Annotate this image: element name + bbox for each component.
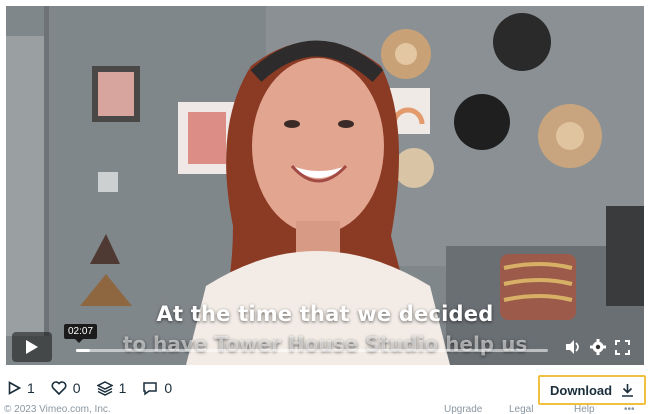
footer-link-legal[interactable]: Legal (509, 404, 533, 414)
comments-stat[interactable]: 0 (142, 380, 172, 396)
likes-count: 0 (72, 380, 81, 396)
footer: © 2023 Vimeo.com, Inc. Upgrade Legal Hel… (4, 404, 644, 414)
footer-link-upgrade[interactable]: Upgrade (444, 404, 482, 414)
layers-icon[interactable] (96, 380, 113, 396)
fullscreen-icon[interactable] (615, 339, 630, 355)
footer-more-icon[interactable]: ••• (624, 404, 635, 414)
collections-count: 1 (118, 380, 127, 396)
download-arrow-icon (622, 384, 633, 397)
time-tooltip: 02:07 (64, 324, 98, 343)
play-icon (26, 340, 38, 354)
likes-stat[interactable]: 0 (51, 380, 81, 396)
download-label: Download (550, 382, 613, 398)
volume-icon[interactable] (565, 339, 581, 355)
play-button[interactable] (12, 332, 52, 362)
play-outline-icon (8, 381, 21, 395)
collections-stat[interactable]: 1 (96, 380, 127, 396)
caption-line-1: At the time that we decided (156, 302, 494, 326)
progress-played (76, 349, 91, 352)
comment-icon[interactable] (142, 381, 158, 396)
download-button[interactable]: Download (538, 375, 646, 405)
comments-count: 0 (164, 380, 173, 396)
footer-copyright: © 2023 Vimeo.com, Inc. (4, 404, 111, 414)
video-stats: 1 0 1 0 (8, 380, 172, 396)
footer-link-help[interactable]: Help (574, 404, 595, 414)
video-player[interactable]: At the time that we decided to have Towe… (6, 6, 644, 365)
plays-stat: 1 (8, 380, 35, 396)
player-controls: 02:07 (12, 324, 638, 364)
gear-icon[interactable] (590, 339, 606, 355)
plays-count: 1 (27, 380, 35, 396)
progress-bar[interactable] (76, 349, 548, 352)
heart-icon[interactable] (51, 381, 67, 395)
